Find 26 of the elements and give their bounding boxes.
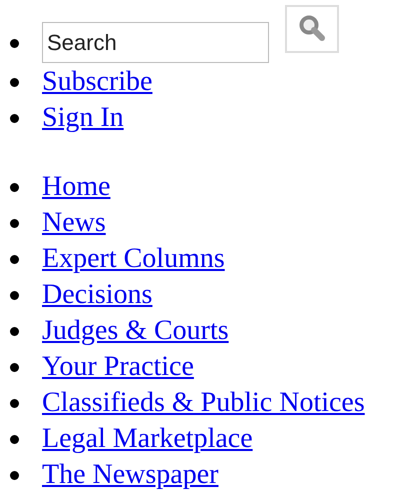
nav-link[interactable]: Decisions xyxy=(42,277,152,313)
nav-link[interactable]: Subscribe xyxy=(42,64,152,100)
search-icon xyxy=(297,14,327,44)
nav-link[interactable]: The Newspaper xyxy=(42,457,218,493)
nav-link[interactable]: Expert Columns xyxy=(42,241,225,277)
bullet-icon xyxy=(10,398,19,408)
nav-link[interactable]: Sign In xyxy=(42,100,124,136)
bullet-icon xyxy=(10,182,19,192)
bullet-icon xyxy=(10,290,19,300)
nav-link[interactable]: Legal Marketplace xyxy=(42,421,253,457)
nav-link[interactable]: Judges & Courts xyxy=(42,313,229,349)
bullet-icon xyxy=(10,470,19,480)
bullet-icon xyxy=(10,78,19,86)
bullet-icon xyxy=(10,114,19,122)
bullet-icon xyxy=(10,39,19,48)
search-button[interactable] xyxy=(285,5,339,53)
nav-link[interactable]: Your Practice xyxy=(42,349,194,385)
nav-link[interactable]: Classifieds & Public Notices xyxy=(42,385,365,421)
nav-link[interactable]: News xyxy=(42,205,106,241)
bullet-icon xyxy=(10,326,19,336)
nav-link[interactable]: Home xyxy=(42,169,110,205)
bullet-icon xyxy=(10,362,19,372)
bullet-icon xyxy=(10,434,19,444)
bullet-icon xyxy=(10,218,19,228)
search-field[interactable]: Search xyxy=(42,22,269,63)
bullet-icon xyxy=(10,254,19,264)
